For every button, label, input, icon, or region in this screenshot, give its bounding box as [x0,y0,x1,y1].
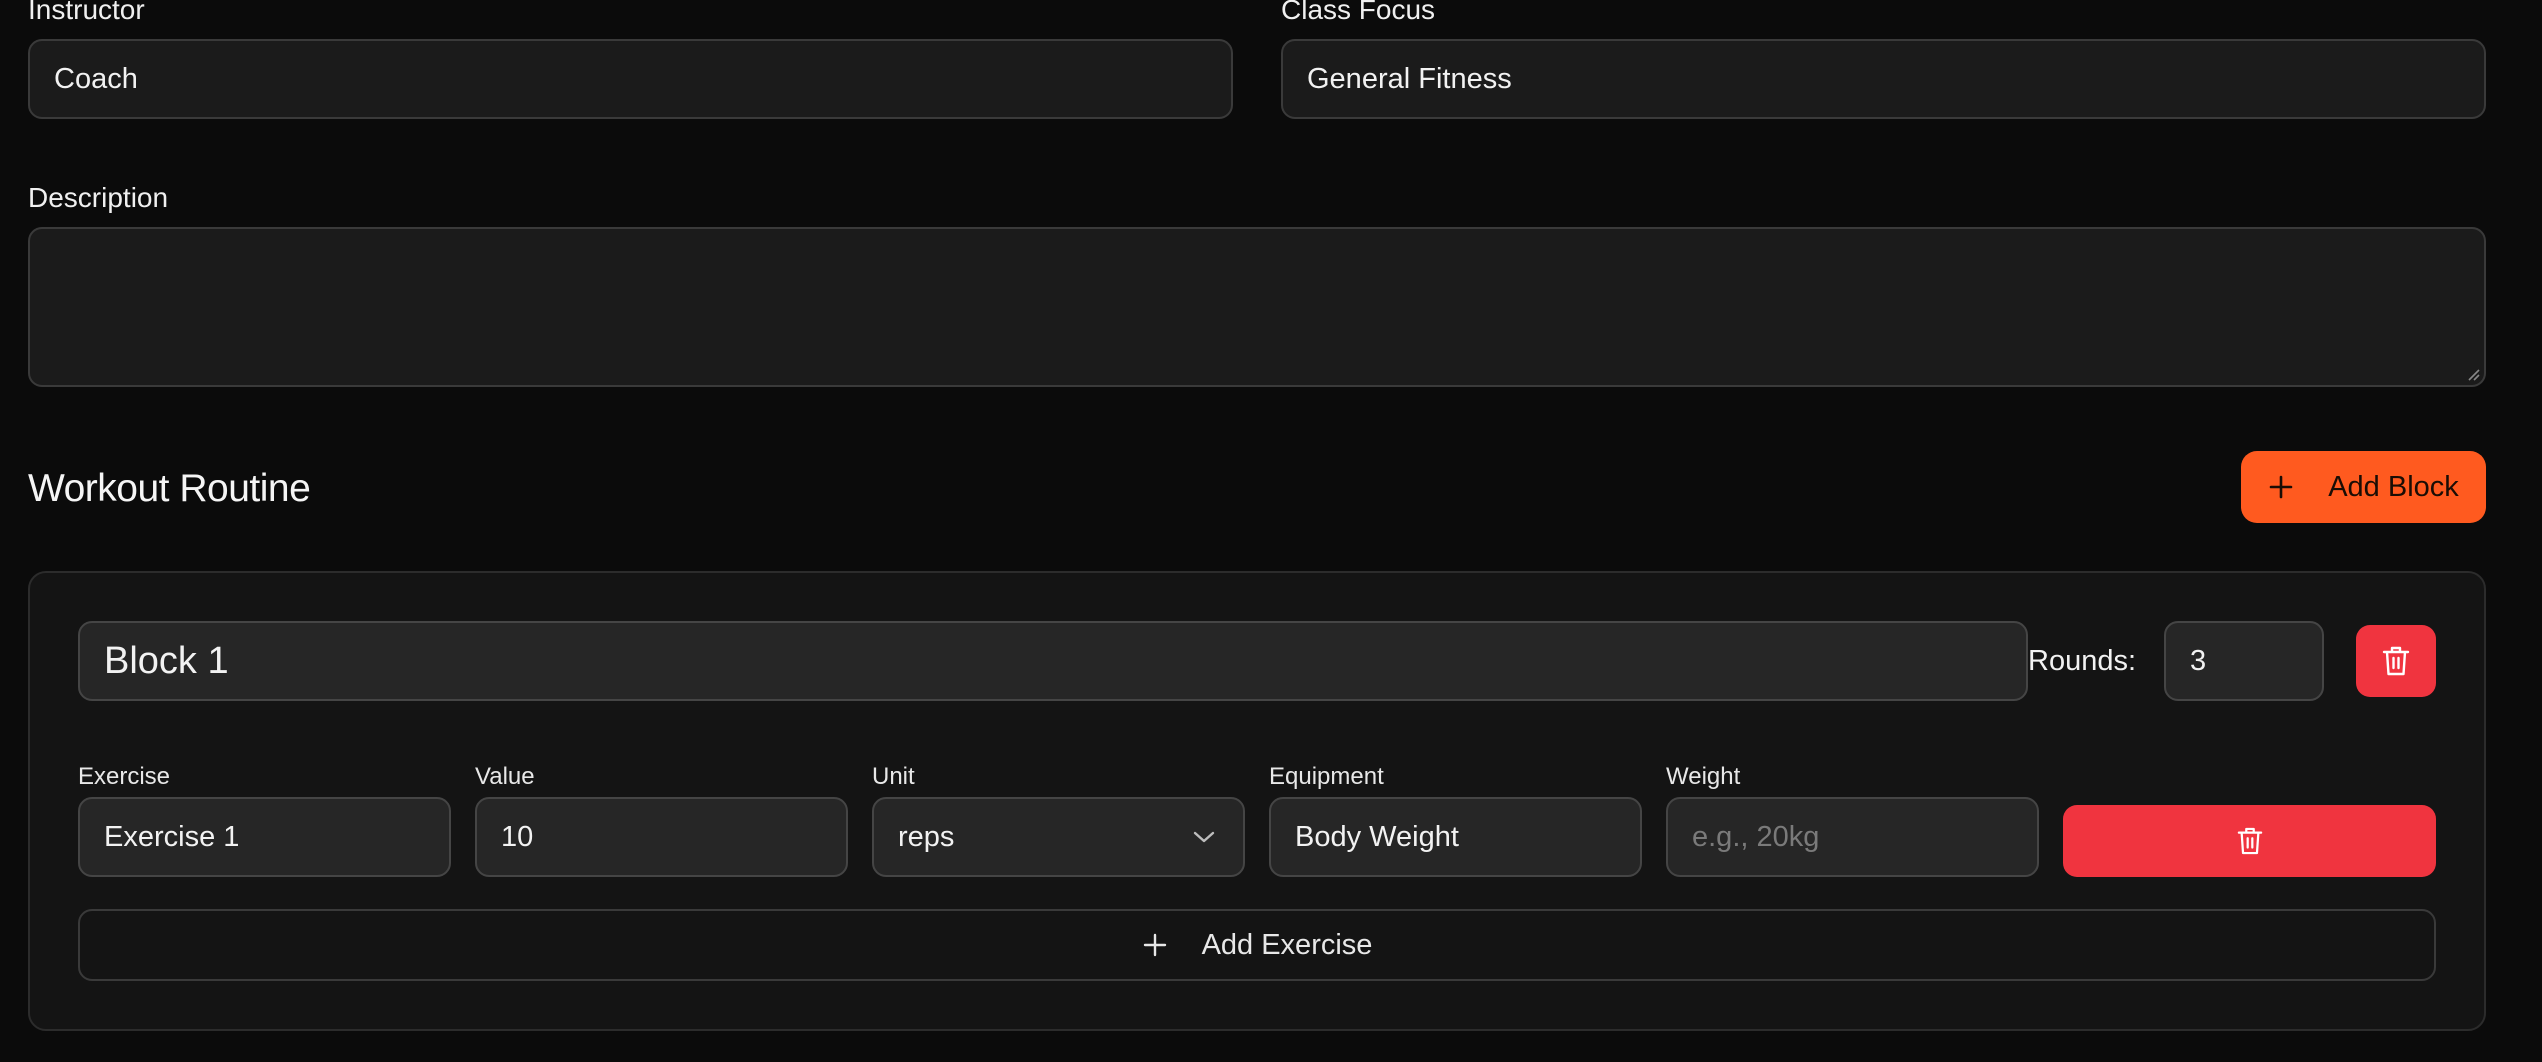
unit-selected-value: reps [898,820,955,853]
exercise-name-value: Exercise 1 [104,820,240,853]
class-focus-label: Class Focus [1281,0,1436,25]
description-label: Description [28,182,169,213]
block-name-value: Block 1 [104,639,229,682]
delete-exercise-button[interactable] [2063,805,2436,877]
column-label-value: Value [475,763,535,790]
instructor-label: Instructor [28,0,145,25]
column-label-weight: Weight [1666,763,1741,790]
description-textarea[interactable] [28,227,2486,387]
unit-select[interactable]: reps [872,797,1245,877]
block-name-input[interactable]: Block 1 [78,621,2028,701]
class-focus-value: General Fitness [1307,62,1512,95]
chevron-down-icon [1193,831,1215,843]
column-label-exercise: Exercise [78,763,171,790]
add-exercise-label: Add Exercise [1201,928,1373,961]
weight-placeholder: e.g., 20kg [1692,820,1820,853]
equipment-input[interactable]: Body Weight [1269,797,1642,877]
add-block-label: Add Block [2328,470,2459,503]
trash-icon [2237,827,2262,855]
instructor-value: Coach [54,62,138,95]
rounds-label: Rounds: [2028,645,2137,677]
instructor-input[interactable]: Coach [28,39,1233,119]
class-focus-input[interactable]: General Fitness [1281,39,2486,119]
add-block-button[interactable]: Add Block [2241,451,2486,523]
resize-handle-icon[interactable] [2466,367,2480,381]
rounds-input[interactable]: 3 [2164,621,2324,701]
plus-icon [2269,475,2293,499]
equipment-value: Body Weight [1295,820,1459,853]
column-label-equipment: Equipment [1269,763,1384,790]
plus-icon [1143,933,1166,957]
rounds-value: 3 [2190,644,2207,677]
routine-title: Workout Routine [28,467,311,510]
delete-block-button[interactable] [2356,625,2436,697]
trash-icon [2382,646,2410,676]
weight-input[interactable]: e.g., 20kg [1666,797,2039,877]
exercise-value-value: 10 [501,820,534,853]
exercise-name-input[interactable]: Exercise 1 [78,797,451,877]
exercise-value-input[interactable]: 10 [475,797,848,877]
add-exercise-button[interactable]: Add Exercise [78,909,2436,981]
column-label-unit: Unit [872,763,915,790]
